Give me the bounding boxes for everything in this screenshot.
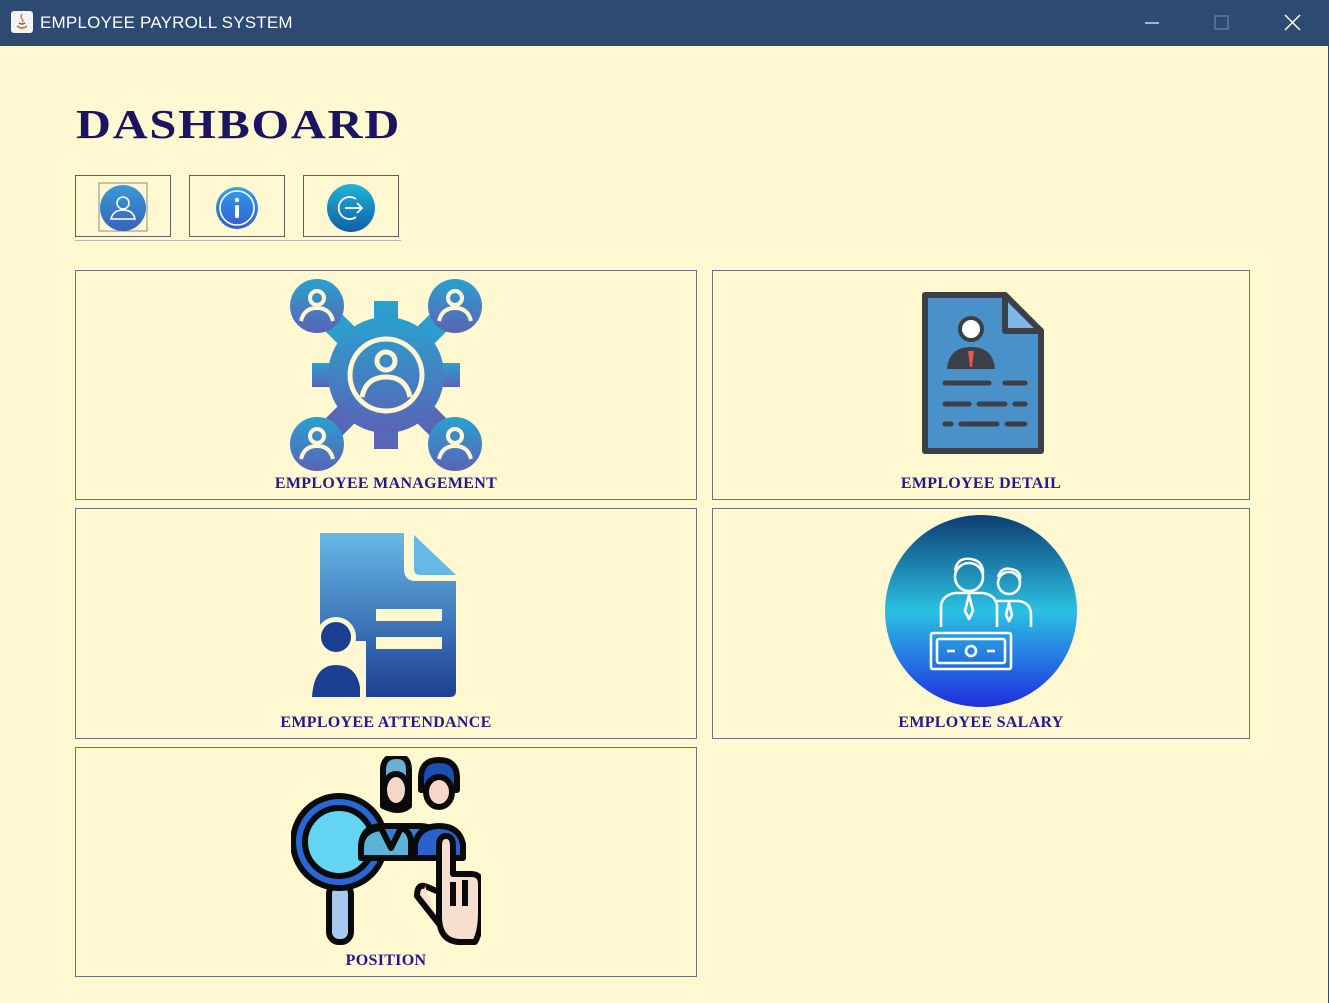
java-app-icon — [11, 11, 33, 33]
close-button[interactable] — [1259, 0, 1325, 46]
employee-attendance-label: EMPLOYEE ATTENDANCE — [280, 714, 492, 731]
user-profile-icon — [98, 182, 148, 232]
window-title: EMPLOYEE PAYROLL SYSTEM — [40, 13, 293, 32]
info-button[interactable] — [189, 175, 285, 237]
logout-button[interactable] — [303, 175, 399, 237]
minimize-button[interactable] — [1119, 0, 1185, 46]
employee-salary-card[interactable]: EMPLOYEE SALARY — [712, 508, 1250, 739]
toolbar — [75, 175, 401, 241]
logout-icon — [327, 184, 375, 232]
profile-button[interactable] — [75, 175, 171, 237]
employee-management-label: EMPLOYEE MANAGEMENT — [274, 475, 498, 492]
position-label: POSITION — [345, 952, 427, 969]
minimize-icon — [1145, 22, 1159, 24]
employee-detail-label: EMPLOYEE DETAIL — [900, 475, 1062, 492]
position-search-icon — [291, 756, 481, 945]
team-gear-icon — [290, 279, 482, 471]
employee-detail-card[interactable]: EMPLOYEE DETAIL — [712, 270, 1250, 500]
employee-management-card[interactable]: EMPLOYEE MANAGEMENT — [75, 270, 697, 500]
app-window: EMPLOYEE PAYROLL SYSTEM DASHBOARD EMPLOY… — [0, 0, 1329, 1003]
close-icon — [1284, 14, 1301, 31]
attendance-document-icon — [306, 533, 456, 697]
info-icon — [216, 187, 258, 229]
maximize-button[interactable] — [1188, 0, 1254, 46]
title-bar[interactable]: EMPLOYEE PAYROLL SYSTEM — [0, 0, 1329, 46]
resume-document-icon — [922, 292, 1044, 454]
position-card[interactable]: POSITION — [75, 747, 697, 977]
page-title: DASHBOARD — [76, 101, 402, 147]
salary-employees-icon — [885, 515, 1077, 707]
employee-salary-label: EMPLOYEE SALARY — [898, 714, 1064, 731]
maximize-icon — [1214, 15, 1229, 30]
employee-attendance-card[interactable]: EMPLOYEE ATTENDANCE — [75, 508, 697, 739]
